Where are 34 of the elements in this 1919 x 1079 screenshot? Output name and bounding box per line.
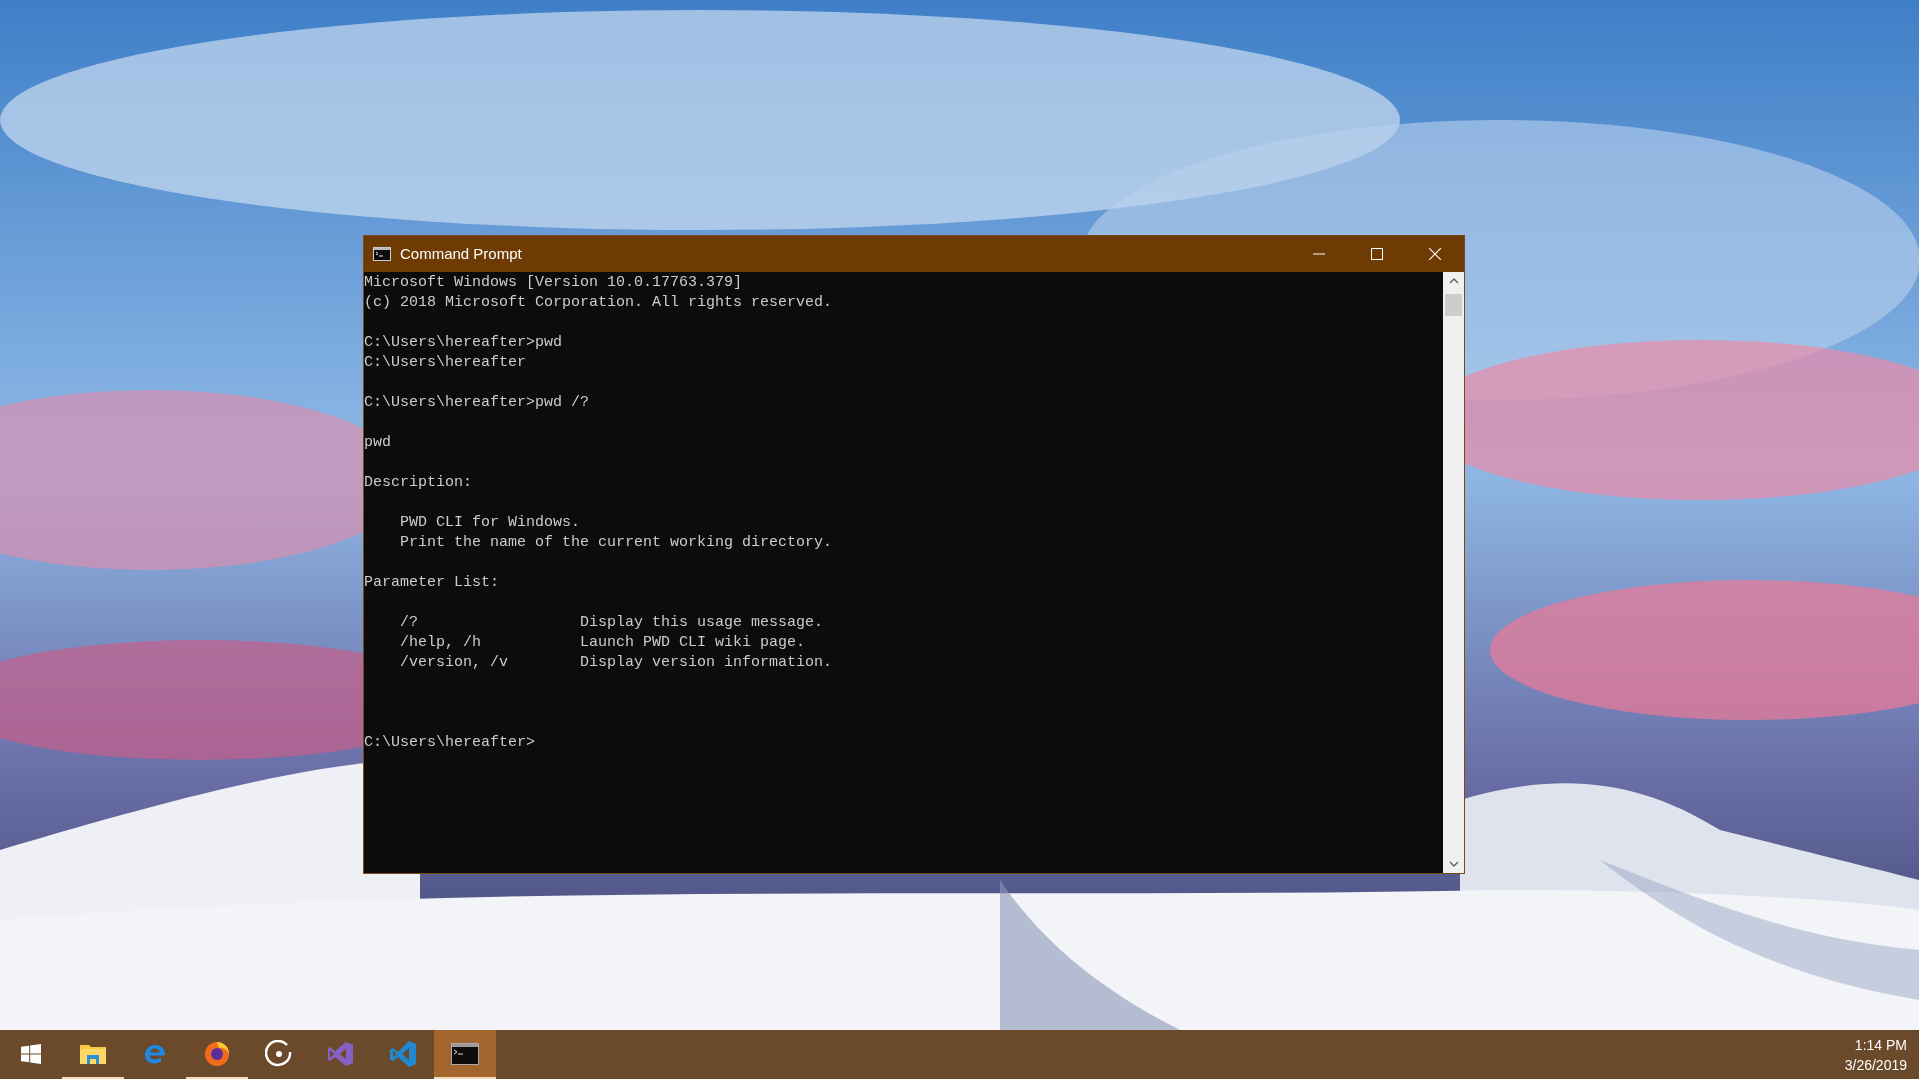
parameter-option: /version, /v (400, 654, 509, 671)
parameter-description: Display version information. (580, 653, 833, 673)
scroll-down-icon[interactable] (1448, 861, 1459, 867)
disc-icon (265, 1039, 293, 1068)
minimize-icon (1313, 253, 1325, 255)
console-line: Print the name of the current working directory. (400, 534, 833, 551)
parameter-option: /help, /h (400, 634, 481, 651)
console-line: (c) 2018 Microsoft Corporation. All rights reserved. (364, 294, 833, 311)
console-line: C:\Users\hereafter (364, 354, 527, 371)
console-line: C:\Users\hereafter> (364, 734, 536, 751)
parameter-description: Launch PWD CLI wiki page. (580, 633, 806, 653)
console-line: C:\Users\hereafter>pwd /? (364, 394, 590, 411)
console-line: Parameter List: (364, 574, 500, 591)
scroll-up-icon[interactable] (1448, 278, 1459, 284)
parameter-option: /? (400, 614, 418, 631)
code-editor-icon (327, 1039, 355, 1068)
firefox-icon (204, 1040, 230, 1067)
start-icon (21, 1043, 41, 1064)
terminal-icon (373, 247, 391, 261)
scroll-thumb[interactable] (1445, 294, 1462, 316)
console-line: Description: (364, 474, 473, 491)
parameter-description: Display this usage message. (580, 613, 824, 633)
scrollbar[interactable] (1443, 272, 1464, 873)
close-icon (1429, 248, 1441, 260)
console-line: C:\Users\hereafter>pwd (364, 334, 563, 351)
code-editor-icon (389, 1039, 417, 1068)
terminal-icon (451, 1042, 479, 1065)
console-line: Microsoft Windows [Version 10.0.17763.379] (364, 274, 743, 291)
window-title: Command Prompt (400, 243, 522, 264)
clock[interactable]: 1:14 PM 3/26/2019 (1844, 1030, 1919, 1079)
console-line: pwd (364, 434, 391, 451)
console-line: PWD CLI for Windows. (400, 514, 581, 531)
taskbar-button[interactable] (434, 1030, 496, 1079)
maximize-icon (1371, 248, 1383, 260)
